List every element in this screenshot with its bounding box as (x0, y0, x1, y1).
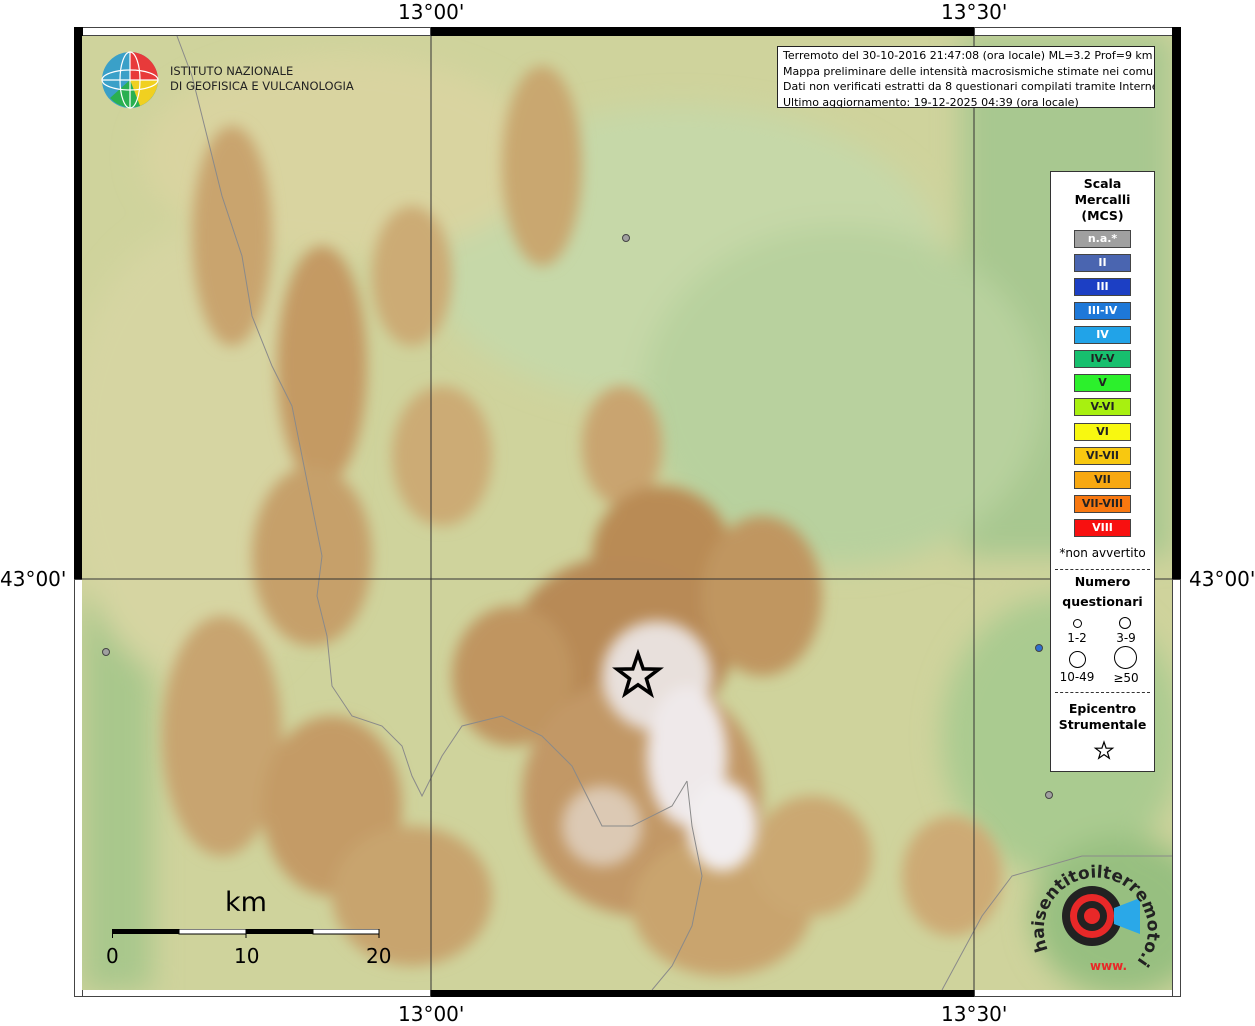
legend-class-iii-iv: III-IV (1074, 302, 1131, 320)
legend-class-vi-vii: VI-VII (1074, 447, 1131, 465)
count-label-3-9: 3-9 (1116, 631, 1136, 645)
legend-scale-title-3: (MCS) (1081, 208, 1124, 223)
legend-class-v-vi: V-VI (1074, 398, 1131, 416)
ingv-name-line1: ISTITUTO NAZIONALE (170, 64, 294, 78)
frame-bar-right-top (1172, 27, 1181, 579)
count-ring-large (1069, 651, 1086, 668)
event-info-line2: Mappa preliminare delle intensità macros… (783, 64, 1155, 78)
ingv-name-line2: DI GEOFISICA E VULCANOLOGIA (170, 79, 354, 93)
legend-class-ii: II (1074, 254, 1131, 272)
legend-class-v: V (1074, 374, 1131, 392)
observation-point (622, 234, 630, 242)
lon-label-bottom-left: 13°00' (398, 1002, 465, 1026)
lon-label-top-right: 13°30' (941, 0, 1008, 24)
legend-epicenter-title-2: Strumentale (1058, 717, 1147, 732)
lon-label-top-left: 13°00' (398, 0, 465, 24)
scale-bar-unit: km (225, 887, 267, 918)
legend-divider-1 (1055, 569, 1150, 570)
legend-divider-2 (1055, 692, 1150, 693)
frame-bar-top-right (974, 27, 1181, 36)
legend-class-iv-v: IV-V (1074, 350, 1131, 368)
lon-label-bottom-right: 13°30' (941, 1002, 1008, 1026)
frame-bar-right-bottom (1172, 579, 1181, 997)
count-label-50-plus: ≥50 (1113, 671, 1139, 685)
legend-class-vii: VII (1074, 471, 1131, 489)
hsit-logo-www: www. (1090, 959, 1127, 973)
scale-tick-0: 0 (106, 944, 119, 968)
legend-count-title-1: Numero (1074, 574, 1131, 589)
legend-count-title-2: questionari (1062, 594, 1143, 609)
count-label-10-49: 10-49 (1059, 670, 1095, 684)
relief-map[interactable] (82, 36, 1172, 990)
hsit-logo[interactable]: haisentitoilterremoto.it www. (1024, 845, 1168, 985)
legend-epicenter-star-icon (1093, 740, 1115, 760)
frame-bar-top-middle (431, 27, 974, 36)
count-ring-xlarge (1114, 646, 1137, 669)
event-info-box: Terremoto del 30-10-2016 21:47:08 (ora l… (777, 46, 1155, 108)
observation-point (1045, 791, 1053, 799)
lat-label-right: 43°00' (1189, 567, 1255, 591)
legend-epicenter-title-1: Epicentro (1068, 701, 1137, 716)
event-info-line3: Dati non verificati estratti da 8 questi… (783, 80, 1155, 93)
ingv-globe-icon (101, 51, 159, 109)
legend-class-iii: III (1074, 278, 1131, 296)
legend-scale-title-2: Mercalli (1074, 192, 1131, 207)
observation-point (102, 648, 110, 656)
event-info-line4: Ultimo aggiornamento: 19-12-2025 04:39 (… (783, 95, 1079, 108)
lat-label-left: 43°00' (0, 567, 67, 591)
scale-tick-20: 20 (366, 944, 392, 968)
count-label-1-2: 1-2 (1067, 631, 1087, 645)
event-info-line1: Terremoto del 30-10-2016 21:47:08 (ora l… (783, 49, 1153, 62)
count-ring-small (1073, 619, 1082, 628)
legend-class-iv: IV (1074, 326, 1131, 344)
scale-bar (112, 929, 380, 938)
observation-point (1035, 644, 1043, 652)
scale-tick-10: 10 (234, 944, 260, 968)
count-ring-medium (1119, 617, 1131, 629)
legend-footnote: *non avvertito (1059, 546, 1146, 560)
legend-class-viii: VIII (1074, 519, 1131, 537)
intensity-legend: Scala Mercalli (MCS) n.a.* II III III-IV… (1050, 171, 1155, 772)
legend-class-vi: VI (1074, 423, 1131, 441)
legend-class-vii-viii: VII-VIII (1074, 495, 1131, 513)
frame-bar-top-left (74, 27, 431, 36)
legend-class-na: n.a.* (1074, 230, 1131, 248)
legend-scale-title-1: Scala (1083, 176, 1122, 191)
